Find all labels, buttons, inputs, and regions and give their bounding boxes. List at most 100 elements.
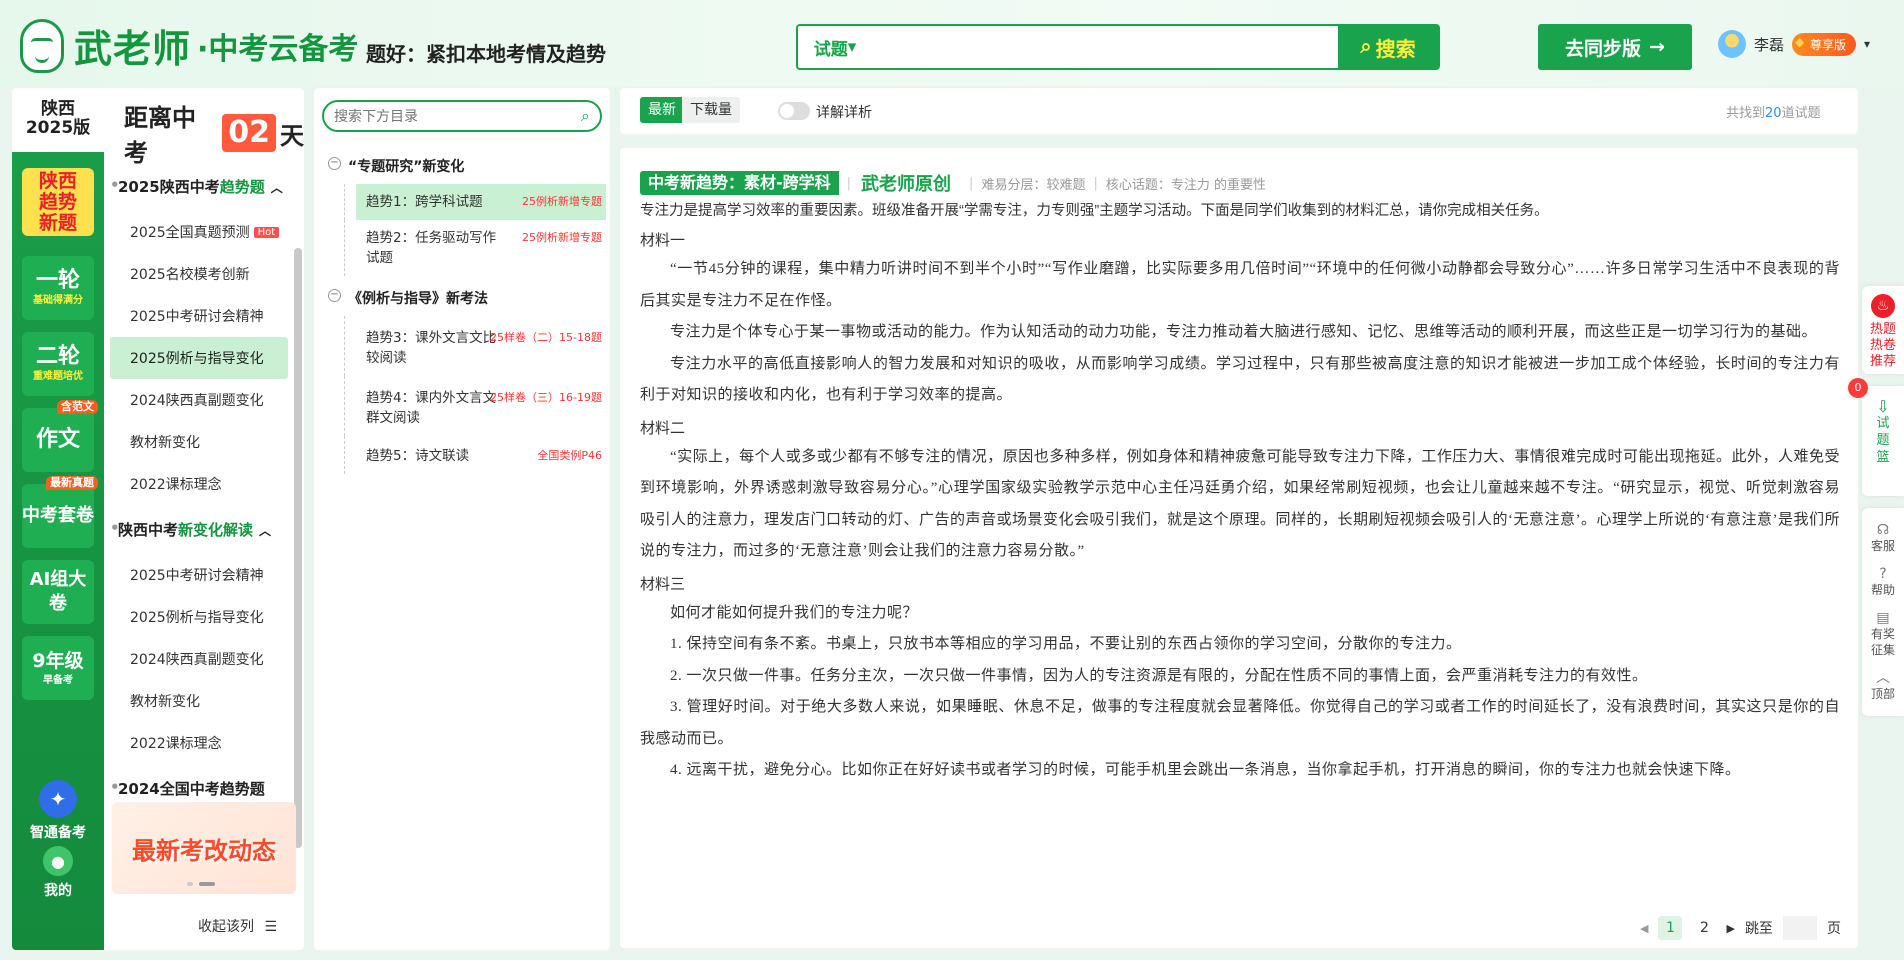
tree-group-trend[interactable]: 2025陕西中考趋势题︿ <box>110 162 288 211</box>
tab-latest[interactable]: 最新 <box>640 97 684 123</box>
tree-item[interactable]: 2025中考研讨会精神 <box>110 295 288 337</box>
question-basket-button[interactable]: 0 ⇩ 试 题 篮 <box>1848 378 1904 496</box>
tree-item[interactable]: 2025中考研讨会精神 <box>110 554 288 596</box>
material-label: 材料一 <box>640 233 686 249</box>
page-unit-label: 页 <box>1826 921 1841 937</box>
nav-composition[interactable]: 含范文 作文 <box>22 400 98 472</box>
search-icon[interactable]: ⌕ <box>581 106 590 126</box>
smart-prep-icon: ✦ <box>39 780 77 818</box>
user-menu[interactable]: 李磊 尊享版 ▾ <box>1718 30 1870 58</box>
search-input[interactable] <box>872 26 1338 68</box>
tree-item[interactable]: 2022课标理念 <box>110 722 288 764</box>
nav-grade-nine[interactable]: 9年级 早备考 <box>22 636 94 700</box>
nav-mine[interactable]: ● 我的 <box>12 846 104 900</box>
logo-subtitle: ·中考云备考 <box>197 31 359 67</box>
nav-tag: 最新真题 <box>46 476 98 490</box>
reward-button[interactable]: ▤ 有奖 征集 <box>1862 604 1904 664</box>
chevron-up-icon: ︿ <box>259 524 272 538</box>
main-nav: 陕西 趋势 新题 一轮 基础得满分 二轮 重难题培优 含范文 作文 最新真题 中… <box>12 152 104 950</box>
promo-banner[interactable]: 最新考改动态 <box>112 802 296 894</box>
headset-icon: ☊ <box>1876 522 1890 538</box>
nav-round-one[interactable]: 一轮 基础得满分 <box>22 256 94 320</box>
basket-count-badge: 0 <box>1848 378 1868 398</box>
collapse-column-button[interactable]: 收起该列 ☰ <box>198 916 277 936</box>
prev-page-icon[interactable]: ◀ <box>1640 922 1648 935</box>
collapse-minus-icon[interactable]: − <box>328 157 341 170</box>
toc-group[interactable]: − “专题研究”新变化 <box>326 148 606 184</box>
nav-ai-paper[interactable]: AI组大卷 <box>22 560 94 624</box>
pagination: ◀ 1 2 ▶ 跳至 页 <box>1640 916 1841 940</box>
tree-item[interactable]: 2024陕西真副题变化 <box>110 638 288 680</box>
help-button[interactable]: ? 帮助 <box>1862 560 1904 604</box>
paragraph: 如何才能如何提升我们的专注力呢？ <box>670 604 919 621</box>
tree-item[interactable]: 教材新变化 <box>110 680 288 722</box>
tree-item[interactable]: 2024陕西真副题变化 <box>110 379 288 421</box>
page-1[interactable]: 1 <box>1658 916 1683 940</box>
search-type-select[interactable]: 试题 ▾ <box>798 26 872 68</box>
nav-exam-papers[interactable]: 最新真题 中考套卷 <box>22 476 98 548</box>
jump-page-input[interactable] <box>1782 916 1817 940</box>
tree-item[interactable]: 2025全国真题预测 Hot <box>110 211 288 253</box>
tree-item[interactable]: 教材新变化 <box>110 421 288 463</box>
collapse-minus-icon[interactable]: − <box>328 289 341 302</box>
chevron-up-icon: ︿ <box>1876 670 1890 686</box>
toc-note: 25样卷（二）15-18题 <box>490 331 602 344</box>
paragraph: 2. 一次只做一件事。任务分主次，一次只做一件事情，因为人的专注资源是有限的，分… <box>670 667 1648 684</box>
tab-downloads[interactable]: 下载量 <box>682 97 740 123</box>
clipboard-icon: ▤ <box>1876 610 1890 626</box>
next-page-icon[interactable]: ▶ <box>1726 922 1734 935</box>
tree-scrollbar[interactable] <box>294 248 302 848</box>
material-label: 材料三 <box>640 576 686 593</box>
fire-icon: ♨ <box>1871 294 1895 318</box>
province-selector[interactable]: 陕西 2025版 <box>12 88 104 152</box>
tree-group-changes[interactable]: 陕西中考新变化解读︿ <box>110 505 288 554</box>
user-icon: ● <box>43 846 73 876</box>
nav-smart-prep[interactable]: ✦ 智通备考 <box>12 780 104 842</box>
search-icon: ⌕ <box>1360 35 1372 58</box>
paragraph: “一节45分钟的课程，集中精力听讲时间不到半个小时”“写作业磨蹭，比实际要多用几… <box>640 261 1840 309</box>
logo[interactable]: 武老师 ·中考云备考 <box>20 18 358 73</box>
countdown-days: 02 <box>222 114 276 152</box>
nav-trend-questions[interactable]: 陕西 趋势 新题 <box>22 168 94 236</box>
detail-toggle[interactable] <box>778 102 810 120</box>
filter-bar: 最新 下载量 详解详析 共找到20道试题 <box>620 88 1858 134</box>
paragraph: 3. 管理好时间。对于绝大多数人来说，如果睡眠、休息不足，做事的专注程度就会显著… <box>640 699 1840 747</box>
left-panel: 陕西 2025版 距离中考 02 天 陕西 趋势 新题 一轮 基础得满分 二轮 … <box>12 88 304 950</box>
nav-tag: 含范文 <box>57 400 98 414</box>
tree-item[interactable]: 2025例析与指导变化 <box>110 596 288 638</box>
toc-item-selected[interactable]: 趋势1：跨学科试题 25例析新增专题 <box>344 184 606 220</box>
search-button[interactable]: ⌕ 搜索 <box>1338 26 1438 68</box>
hot-recommend-button[interactable]: ♨ 热题 热卷 推荐 <box>1862 286 1904 374</box>
toc-item[interactable]: 趋势3：课外文言文比较阅读 25样卷（二）15-18题 <box>344 316 606 376</box>
toc-item[interactable]: 趋势4：课内外文言文群文阅读 25样卷（三）16-19题 <box>344 376 606 436</box>
nav-round-two[interactable]: 二轮 重难题培优 <box>22 332 94 396</box>
tree-item[interactable]: 2025名校模考创新 <box>110 253 288 295</box>
difficulty-label: 难易分层：较难题 <box>981 177 1086 193</box>
question-body: 专注力是提高学习效率的重要因素。班级准备开展“学需专注，力专则强”主题学习活动。… <box>640 198 1840 787</box>
toc-list: − “专题研究”新变化 趋势1：跨学科试题 25例析新增专题 趋势2：任务驱动写… <box>326 148 606 474</box>
customer-service-button[interactable]: ☊ 客服 <box>1862 516 1904 560</box>
scrollbar-thumb[interactable] <box>294 248 302 848</box>
sync-version-button[interactable]: 去同步版 → <box>1538 24 1692 70</box>
toc-group[interactable]: − 《例析与指导》新考法 <box>326 280 606 316</box>
teacher-portrait-icon <box>20 18 64 73</box>
tree-item[interactable]: 2022课标理念 <box>110 463 288 505</box>
material-label: 材料二 <box>640 420 686 437</box>
toc-item[interactable]: 趋势2：任务驱动写作试题 25例析新增专题 <box>344 220 606 276</box>
result-count: 共找到20道试题 <box>1726 106 1821 121</box>
question-header: 中考新趋势：素材-跨学科 | 武老师原创 | 难易分层：较难题 | 核心话题：专… <box>640 170 1266 196</box>
paragraph: 4. 远离干扰，避免分心。比如你正在好好读书或者学习的时候，可能手机里会跳出一条… <box>670 762 1741 778</box>
caret-down-icon: ▾ <box>1864 37 1871 51</box>
floating-toolbar: ♨ 热题 热卷 推荐 0 ⇩ 试 题 篮 ☊ 客服 ? 帮助 ▤ 有奖 征集 ︿ 顶部 <box>1848 286 1904 728</box>
question-content: 中考新趋势：素材-跨学科 | 武老师原创 | 难易分层：较难题 | 核心话题：专… <box>620 148 1858 948</box>
back-to-top-button[interactable]: ︿ 顶部 <box>1862 664 1904 708</box>
search-bar: 试题 ▾ ⌕ 搜索 <box>796 24 1440 70</box>
toc-item[interactable]: 趋势5：诗文联读 全国类例P46 <box>344 436 606 474</box>
toc-note: 25例析新增专题 <box>522 195 602 208</box>
toc-search-input[interactable] <box>334 108 582 124</box>
toc-note: 25样卷（三）16-19题 <box>490 391 602 404</box>
page-2[interactable]: 2 <box>1692 916 1716 940</box>
tool-list: ☊ 客服 ? 帮助 ▤ 有奖 征集 ︿ 顶部 <box>1862 508 1904 716</box>
tree-item-selected[interactable]: 2025例析与指导变化 <box>110 337 288 379</box>
toc-note: 25例析新增专题 <box>522 231 602 244</box>
